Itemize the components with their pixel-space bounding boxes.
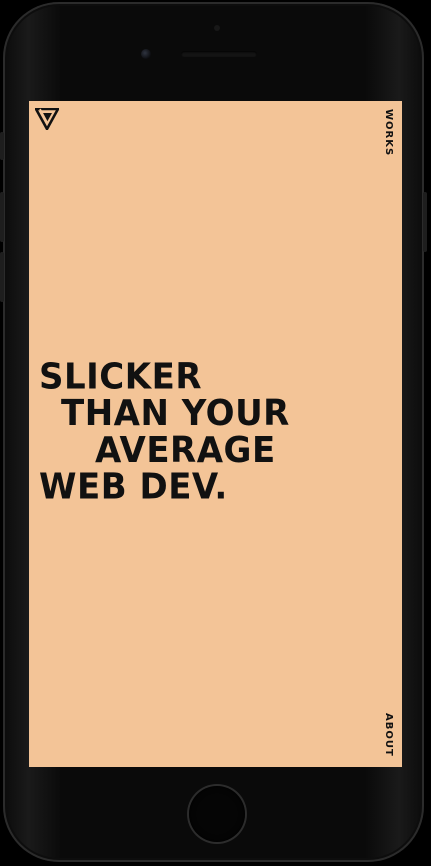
hero-line-4: WEB DEV. bbox=[39, 466, 228, 509]
triangle-v-logo-icon[interactable] bbox=[35, 108, 59, 130]
power-button bbox=[423, 192, 427, 252]
volume-up-button bbox=[0, 192, 4, 242]
front-camera bbox=[141, 49, 151, 59]
hero-line-3: AVERAGE bbox=[95, 429, 276, 472]
earpiece-speaker bbox=[181, 51, 257, 57]
home-button[interactable] bbox=[189, 786, 245, 842]
hero-line-1: SLICKER bbox=[39, 355, 203, 398]
nav-about-link[interactable]: ABOUT bbox=[383, 713, 394, 757]
phone-frame: WORKS ABOUT SLICKER THAN YOUR AVERAGE WE… bbox=[0, 2, 427, 862]
mute-switch bbox=[0, 132, 4, 160]
volume-down-button bbox=[0, 252, 4, 302]
phone-screen: WORKS ABOUT SLICKER THAN YOUR AVERAGE WE… bbox=[29, 101, 402, 767]
nav-works-link[interactable]: WORKS bbox=[383, 109, 394, 156]
hero-line-2: THAN YOUR bbox=[61, 392, 290, 435]
proximity-sensor bbox=[214, 25, 220, 31]
hero-headline: SLICKER THAN YOUR AVERAGE WEB DEV. bbox=[39, 355, 399, 509]
